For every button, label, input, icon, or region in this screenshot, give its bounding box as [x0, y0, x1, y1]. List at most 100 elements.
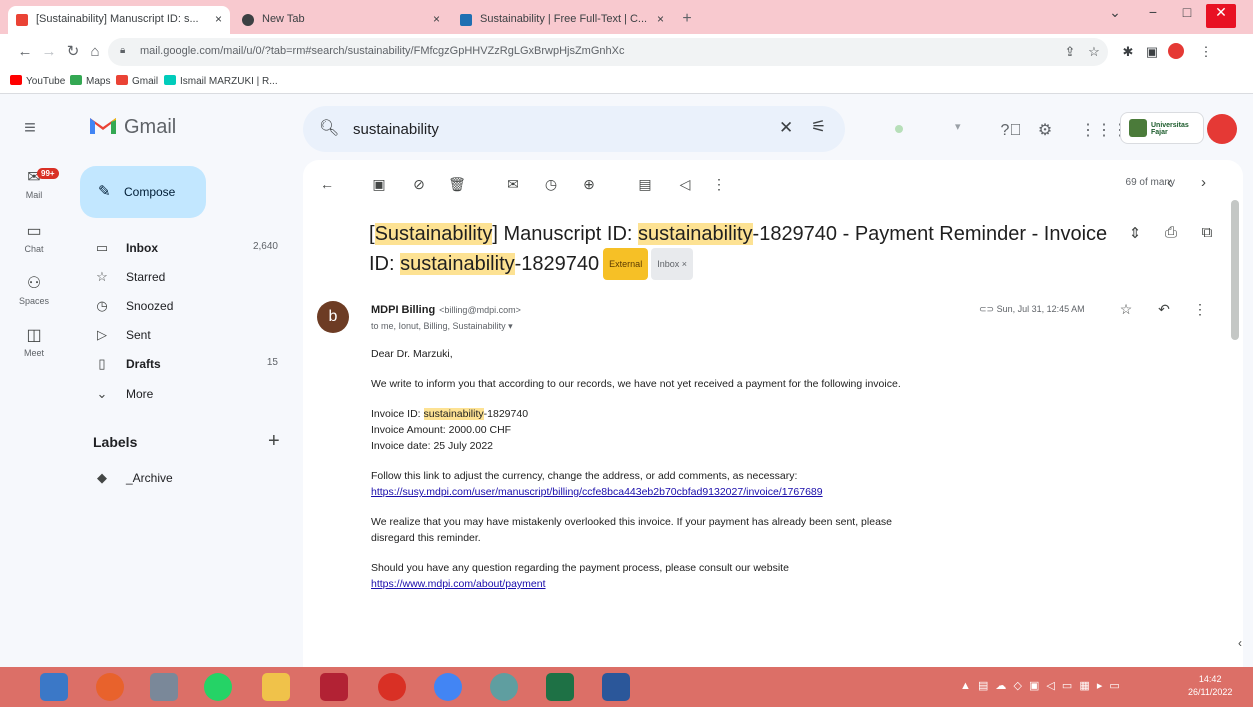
tab-search-icon[interactable]: ⌄ [1100, 4, 1130, 28]
older-chevron-icon[interactable]: › [1201, 174, 1206, 191]
print-icon[interactable]: ⎙ [1161, 224, 1181, 241]
rail-item-chat[interactable]: ▭ Chat [0, 222, 68, 254]
add-label-button[interactable]: + [268, 430, 280, 453]
rail-label: Mail [25, 190, 43, 200]
account-avatar[interactable] [1207, 114, 1237, 144]
side-panel-toggle-icon[interactable]: ‹ [1238, 636, 1253, 656]
delete-icon[interactable]: 🗑︎ [447, 174, 467, 194]
sender-email: <billing@mdpi.com> [439, 305, 521, 315]
expand-all-icon[interactable]: ⇕ [1125, 224, 1145, 242]
rail-item-mail[interactable]: ✉ 99+ Mail [0, 168, 68, 200]
organization-badge[interactable]: Universitas Fajar [1120, 112, 1204, 144]
close-tab-icon[interactable]: × [215, 12, 222, 26]
star-icon[interactable]: ☆ [1117, 301, 1135, 318]
mendeley-icon[interactable] [320, 673, 348, 701]
back-icon[interactable]: ← [14, 41, 36, 63]
sidebar-item-archive-label[interactable]: ◆ _Archive [80, 464, 288, 492]
chrome-profile-1-icon[interactable] [434, 673, 462, 701]
move-to-icon[interactable]: ▤ [635, 174, 655, 194]
bookmark-star-icon[interactable]: ☆ [1084, 42, 1104, 62]
tab-gmail[interactable]: [Sustainability] Manuscript ID: s... × [8, 6, 230, 34]
bookmark-maps[interactable]: Maps [70, 75, 110, 87]
recipients-line[interactable]: to me, Ionut, Billing, Sustainability ▾ [371, 321, 513, 332]
university-logo-icon [1129, 119, 1147, 137]
newer-chevron-icon[interactable]: ‹ [1167, 174, 1172, 191]
archive-icon[interactable]: ▣ [369, 174, 389, 194]
search-options-icon[interactable]: ⚟ [811, 117, 826, 137]
inbox-label-chip[interactable]: Inbox × [651, 248, 693, 280]
new-tab-button[interactable]: + [676, 10, 698, 30]
label-icon[interactable]: ◁ [675, 174, 695, 194]
lock-icon: 🔒︎ [120, 45, 126, 56]
taskbar-clock[interactable]: 14:42 26/11/2022 [1188, 673, 1232, 699]
mdpi-favicon-icon [460, 14, 472, 26]
chrome-menu-icon[interactable]: ⋮ [1196, 42, 1216, 62]
apps-grid-icon[interactable]: ⋮⋮⋮ [1080, 120, 1128, 142]
profile-avatar-icon[interactable] [1166, 42, 1186, 62]
bookmark-gmail[interactable]: Gmail [116, 75, 158, 87]
browser-tab-strip: [Sustainability] Manuscript ID: s... × N… [0, 0, 1253, 34]
chrome-profile-2-icon[interactable] [490, 673, 518, 701]
back-to-list-icon[interactable]: ← [317, 174, 337, 194]
open-new-window-icon[interactable]: ⧉ [1197, 224, 1217, 241]
close-tab-icon[interactable]: × [433, 12, 440, 26]
clear-search-icon[interactable]: ✕ [779, 118, 793, 138]
more-options-icon[interactable]: ⋮ [709, 174, 729, 194]
maximize-button[interactable]: □ [1172, 4, 1202, 28]
reload-icon[interactable]: ↻ [62, 41, 84, 63]
invoice-link[interactable]: https://susy.mdpi.com/user/manuscript/bi… [371, 486, 823, 498]
excel-icon[interactable] [546, 673, 574, 701]
opera-icon[interactable] [378, 673, 406, 701]
tab-sustainability[interactable]: Sustainability | Free Full-Text | C... × [452, 6, 672, 34]
address-bar[interactable]: 🔒︎ mail.google.com/mail/u/0/?tab=rm#sear… [108, 38, 1108, 66]
chat-icon: ▭ [26, 223, 42, 240]
reply-icon[interactable]: ↶ [1155, 301, 1173, 318]
close-tab-icon[interactable]: × [657, 12, 664, 26]
people-app-icon[interactable] [150, 673, 178, 701]
add-to-tasks-icon[interactable]: ⊕ [579, 174, 599, 194]
bookmark-youtube[interactable]: YouTube [10, 75, 65, 87]
close-window-button[interactable]: ✕ [1206, 4, 1236, 28]
support-icon[interactable]: ?⃝ [1000, 120, 1022, 142]
org-name: Universitas Fajar [1151, 122, 1189, 136]
sidebar-item-starred[interactable]: ☆ Starred [80, 263, 288, 291]
word-icon[interactable] [602, 673, 630, 701]
bookmark-label: YouTube [26, 76, 66, 87]
status-indicator[interactable]: ▾ [875, 113, 975, 145]
rail-item-spaces[interactable]: ⚇ Spaces [0, 274, 68, 306]
main-menu-icon[interactable]: ≡ [18, 118, 42, 138]
search-icon[interactable]: 🔍︎ [319, 118, 339, 138]
file-explorer-icon[interactable] [262, 673, 290, 701]
sidebar-item-drafts[interactable]: ▯ Drafts 15 [80, 350, 288, 378]
message-more-icon[interactable]: ⋮ [1191, 301, 1209, 318]
compose-button[interactable]: ✎ Compose [80, 166, 206, 218]
message-date: ⊂⊃ Sun, Jul 31, 12:45 AM [979, 304, 1085, 315]
sidebar-item-snoozed[interactable]: ◷ Snoozed [80, 292, 288, 320]
home-icon[interactable]: ⌂ [84, 41, 106, 63]
chrome-app-icon[interactable] [40, 673, 68, 701]
rail-item-meet[interactable]: ◫ Meet [0, 326, 68, 358]
snooze-icon[interactable]: ◷ [541, 174, 561, 194]
minimize-button[interactable]: − [1138, 4, 1168, 28]
system-tray[interactable]: ▲ ▤ ☁ ◇ ▣ ◁ ▭ ▦ ▸ ▭ [960, 679, 1122, 692]
mark-unread-icon[interactable]: ✉ [503, 174, 523, 194]
sidebar-item-more[interactable]: ⌄ More [80, 380, 288, 408]
share-icon[interactable]: ⇪ [1060, 42, 1080, 62]
search-input[interactable] [353, 118, 753, 140]
sidebar-item-sent[interactable]: ▷ Sent [80, 321, 288, 349]
report-spam-icon[interactable]: ⊘ [409, 174, 429, 194]
side-panel-icon[interactable]: ▣ [1142, 42, 1162, 62]
forward-icon[interactable]: → [38, 41, 60, 63]
payment-info-link[interactable]: https://www.mdpi.com/about/payment [371, 578, 546, 590]
scrollbar-thumb[interactable] [1231, 200, 1239, 340]
researchgate-icon [164, 75, 176, 85]
bookmark-researchgate[interactable]: Ismail MARZUKI | R... [164, 75, 278, 87]
tab-new-tab[interactable]: New Tab × [234, 6, 448, 34]
whatsapp-icon[interactable] [204, 673, 232, 701]
settings-gear-icon[interactable]: ⚙ [1034, 120, 1056, 142]
firefox-icon[interactable] [96, 673, 124, 701]
extensions-puzzle-icon[interactable]: ✱ [1118, 42, 1138, 62]
subject-part: [ [369, 223, 375, 245]
sidebar-item-inbox[interactable]: ▭ Inbox 2,640 [80, 234, 288, 262]
search-bar[interactable]: 🔍︎ ✕ ⚟ [303, 106, 845, 152]
